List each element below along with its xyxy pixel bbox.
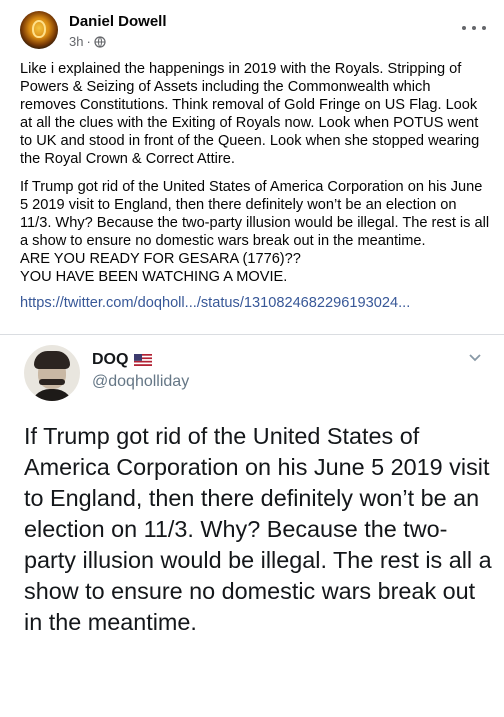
tweet-text: If Trump got rid of the United States of… [24, 423, 492, 635]
chevron-down-icon[interactable] [468, 353, 482, 363]
post-paragraph-1: Like i explained the happenings in 2019 … [20, 61, 480, 167]
embedded-tweet[interactable]: DOQ @doqholliday If Trump got rid of the… [0, 334, 504, 717]
tweet-author-name: DOQ [92, 351, 153, 369]
author-name[interactable]: Daniel Dowell [69, 13, 167, 30]
post-link[interactable]: https://twitter.com/doqholl.../status/13… [20, 294, 490, 312]
globe-icon [94, 35, 106, 48]
post-paragraph-2: If Trump got rid of the United States of… [20, 179, 490, 285]
post-time[interactable]: 3h [69, 34, 83, 49]
author-avatar[interactable] [20, 11, 58, 49]
tweet-author-label: DOQ [92, 351, 129, 368]
us-flag-icon [134, 354, 153, 366]
more-options-icon[interactable] [462, 18, 486, 38]
tweet-avatar[interactable] [24, 345, 80, 401]
post-body: Like i explained the happenings in 2019 … [20, 60, 490, 312]
post-meta: 3h · [69, 34, 106, 49]
tweet-handle: @doqholliday [92, 373, 190, 390]
meta-separator: · [86, 34, 91, 49]
post-header: Daniel Dowell 3h · [0, 0, 504, 58]
